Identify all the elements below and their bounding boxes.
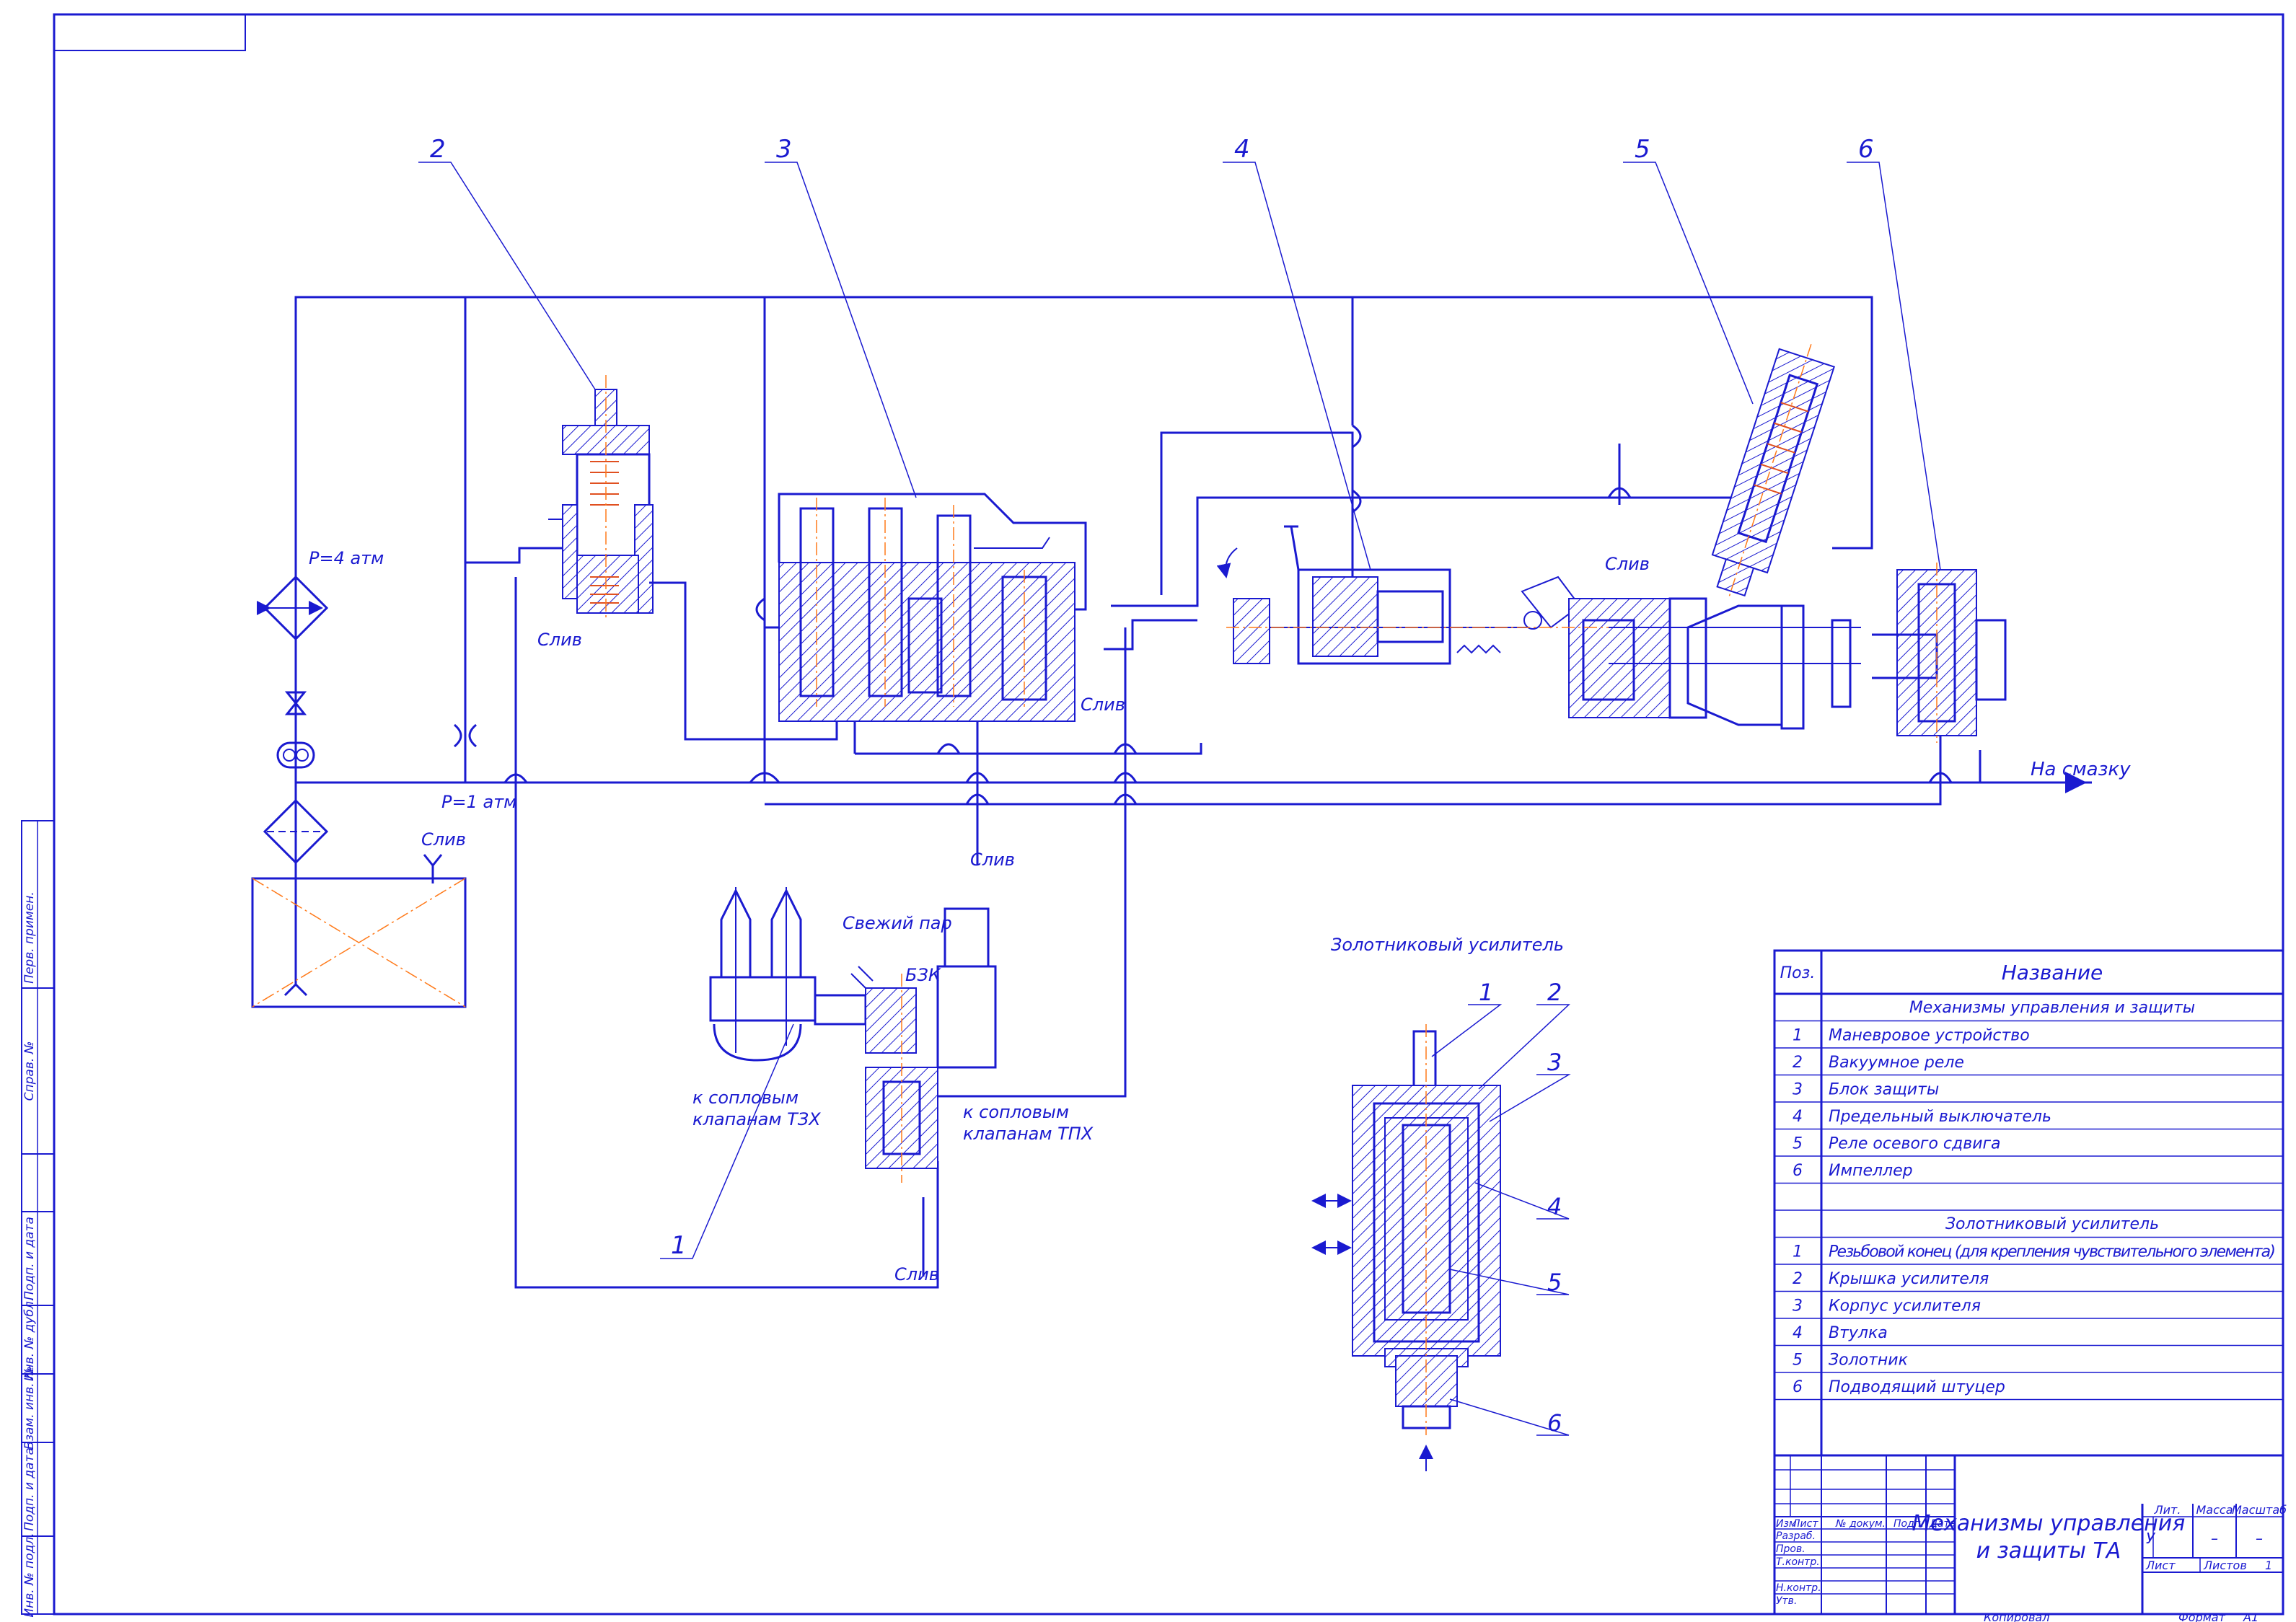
sheets-value: 1 — [2265, 1559, 2272, 1572]
detail-callout-3: 3 — [1547, 1049, 1562, 1076]
role-norm-control: Н.контр. — [1776, 1582, 1821, 1594]
label-drain-tank: Слив — [421, 829, 466, 850]
table-row-pos: 4 — [1793, 1324, 1803, 1342]
title-line-1: Механизмы управления — [1912, 1511, 2186, 1536]
table-group-title: Золотниковый усилитель — [1945, 1215, 2159, 1233]
label-p1: P=1 атм — [441, 792, 516, 812]
table-row-pos: 2 — [1793, 1270, 1803, 1288]
role-approved: Утв. — [1776, 1595, 1797, 1607]
stamp-sign-date-1: Подп. и дата — [22, 1217, 37, 1300]
detail-callout-1: 1 — [1479, 979, 1493, 1006]
table-row-pos: 1 — [1793, 1027, 1803, 1045]
table-row-name: Блок защиты — [1829, 1081, 1939, 1099]
stamp-first-use: Перв. примен. — [22, 891, 37, 984]
detail-title: Золотниковый усилитель — [1331, 935, 1564, 955]
label-drain-2: Слив — [537, 630, 582, 650]
label-p4: P=4 атм — [309, 548, 384, 568]
label-drain-3: Слив — [1081, 695, 1125, 715]
drawing-frame — [53, 13, 2284, 1616]
label-nozzle-tzh-2: клапанам ТЗХ — [692, 1109, 821, 1129]
stamp-sign-date-2: Подп. и дата — [22, 1447, 37, 1531]
table-row-pos: 6 — [1793, 1162, 1803, 1180]
rev-header-2: № докум. — [1835, 1518, 1886, 1530]
detail-callout-4: 4 — [1547, 1193, 1562, 1220]
title-line-2: и защиты ТА — [1976, 1538, 2121, 1564]
role-checked: Пров. — [1776, 1543, 1805, 1555]
drawing-sheet: Перв. примен. Справ. № Подп. и дата Инв.… — [21, 13, 2287, 1622]
table-row-name: Вакуумное реле — [1829, 1054, 1964, 1072]
detail-callout-6: 6 — [1547, 1409, 1562, 1437]
stamp-replace-no: Взам. инв. № — [22, 1366, 37, 1449]
sheet-label: Лист — [2145, 1559, 2176, 1572]
table-row-pos: 6 — [1793, 1378, 1803, 1396]
spool-amplifier-detail: Золотниковый усилитель 1 2 3 4 5 6 — [1311, 935, 1571, 1471]
lit-label: Лит. — [2154, 1503, 2181, 1517]
role-developer: Разраб. — [1776, 1530, 1816, 1542]
parts-table: Механизмы управления и защиты 1 Маневровое… — [1773, 949, 2284, 1457]
title-block: Изм Лист № докум. Подп. Дата Разраб. Про… — [1773, 1454, 2287, 1622]
table-row-name: Импеллер — [1829, 1162, 1913, 1180]
copied-label: Копировал — [1984, 1610, 2049, 1622]
label-lube: На смазку — [2031, 759, 2131, 780]
format-value: А1 — [2243, 1610, 2258, 1622]
vacuum-relay: Слив — [537, 375, 685, 650]
scale-label: Масштаб — [2232, 1503, 2287, 1517]
label-drain-mid: Слив — [970, 850, 1015, 870]
callout-1: 1 — [671, 1231, 687, 1260]
table-group-title: Механизмы управления и защиты — [1909, 999, 2195, 1017]
rev-header-1: Лист — [1792, 1518, 1818, 1530]
mass-value: – — [2211, 1530, 2218, 1547]
manoeuvring-device: Свежий пар БЗК к сопловым клапанам ТЗХ к… — [692, 850, 1094, 1284]
table-row-name: Маневровое устройство — [1829, 1027, 2030, 1045]
callout-3: 3 — [776, 135, 792, 164]
table-row-name: Предельный выключатель — [1829, 1108, 2051, 1126]
callout-leaders: 2 3 4 5 6 1 — [418, 135, 1941, 1260]
callout-4: 4 — [1234, 135, 1250, 164]
label-nozzle-tph-1: к сопловым — [963, 1102, 1069, 1122]
table-row-name: Резьбовой конец (для крепления чувствите… — [1829, 1243, 2276, 1261]
label-nozzle-tzh-1: к сопловым — [692, 1088, 799, 1108]
table-row-name: Золотник — [1829, 1352, 1909, 1370]
label-drain-1: Слив — [894, 1264, 939, 1284]
table-row-pos: 3 — [1793, 1297, 1803, 1315]
table-row-pos: 4 — [1793, 1108, 1803, 1126]
table-row-name: Реле осевого сдвига — [1829, 1135, 2001, 1153]
table-row-pos: 1 — [1793, 1243, 1803, 1261]
detail-callout-2: 2 — [1547, 979, 1562, 1006]
protection-block: Слив — [778, 493, 1125, 722]
impeller-unit: На смазку — [1872, 563, 2131, 780]
table-row-pos: 3 — [1793, 1081, 1803, 1099]
table-row-name: Подводящий штуцер — [1829, 1378, 2005, 1396]
role-tech-control: Т.контр. — [1776, 1556, 1820, 1568]
stamp-orig-no: Инв. № подл. — [22, 1533, 37, 1617]
callout-5: 5 — [1635, 135, 1650, 164]
detail-callout-5: 5 — [1547, 1269, 1562, 1296]
lit-value: У — [2146, 1530, 2156, 1547]
table-row-pos: 5 — [1793, 1135, 1803, 1153]
table-header-name: Название — [2002, 961, 2103, 984]
label-bzk: БЗК — [905, 965, 941, 985]
label-fresh-steam: Свежий пар — [843, 913, 952, 933]
table-row-name: Втулка — [1829, 1324, 1888, 1342]
table-row-name: Крышка усилителя — [1829, 1270, 1989, 1288]
overspeed-trip — [1216, 525, 1731, 719]
format-label: Формат — [2178, 1610, 2226, 1622]
label-nozzle-tph-2: клапанам ТПХ — [963, 1124, 1094, 1144]
scale-value: – — [2256, 1530, 2263, 1547]
callout-2: 2 — [430, 135, 446, 164]
mass-label: Масса — [2196, 1503, 2233, 1517]
table-row-pos: 2 — [1793, 1054, 1803, 1072]
sheets-label: Листов — [2203, 1559, 2247, 1572]
table-row-pos: 5 — [1793, 1352, 1803, 1370]
table-header-pos: Поз. — [1780, 964, 1816, 982]
callout-6: 6 — [1858, 135, 1874, 164]
table-row-name: Корпус усилителя — [1829, 1297, 1981, 1315]
label-drain-5: Слив — [1605, 554, 1650, 574]
tank-pump-filter: P=4 атм P=1 атм Слив — [251, 548, 516, 1008]
stamp-ref-no: Справ. № — [22, 1041, 37, 1101]
side-stamp: Перв. примен. Справ. № Подп. и дата Инв.… — [21, 820, 55, 1618]
